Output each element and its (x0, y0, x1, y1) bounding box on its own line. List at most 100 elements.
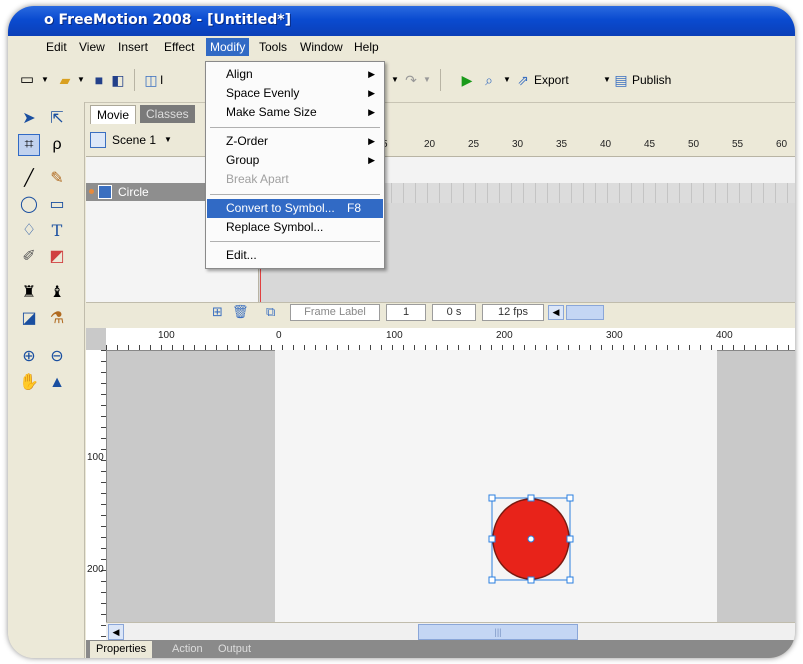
scene-icon (90, 132, 106, 148)
scroll-thumb[interactable]: ||| (418, 624, 578, 640)
center-handle[interactable] (527, 535, 535, 543)
pencil-icon[interactable]: ✎ (46, 168, 68, 190)
chevron-down-icon[interactable]: ▼ (36, 71, 54, 89)
menu-modify[interactable]: Modify (206, 38, 250, 56)
tab-classes[interactable]: Classes (140, 105, 195, 123)
fps-field[interactable]: 12 fps (482, 304, 544, 321)
menu-help[interactable]: Help (350, 39, 383, 55)
ink-bottle-icon[interactable]: ♝ (46, 282, 68, 304)
menu-view[interactable]: View (75, 39, 109, 55)
menu-item-z-order[interactable]: Z-Order ▶ (207, 132, 383, 151)
resize-handle[interactable] (566, 535, 574, 543)
chevron-down-icon[interactable]: ▼ (164, 135, 172, 144)
zoom-out-icon[interactable]: ⊖ (46, 346, 68, 368)
camera-tool-icon[interactable]: ▲ (46, 372, 68, 394)
lasso-icon[interactable]: ρ (46, 134, 68, 156)
toolbox: ➤ ⇱ ⌗ ρ ╱ ✎ ◯ ▭ ♢ T ✐ ◩ ♜ ♝ ◪ ⚗ ⊕ ⊖ ✋ ▲ (8, 102, 85, 658)
gradient-tool-icon[interactable]: ◪ (18, 308, 40, 330)
export-icon[interactable]: ⇗ (514, 71, 532, 89)
time-field: 0 s (432, 304, 476, 321)
menu-bar: Edit View Insert Effect Modify Tools Win… (8, 36, 795, 59)
frame-number: 35 (556, 139, 568, 150)
timeline-scroll-thumb[interactable] (566, 305, 604, 320)
submenu-arrow-icon: ▶ (368, 88, 375, 98)
menu-effect[interactable]: Effect (160, 39, 198, 55)
menu-item-edit[interactable]: Edit... (207, 246, 383, 265)
publish-button[interactable]: Publish (632, 71, 671, 89)
menu-item-space-evenly[interactable]: Space Evenly ▶ (207, 84, 383, 103)
menu-edit[interactable]: Edit (42, 39, 71, 55)
menu-item-replace-symbol[interactable]: Replace Symbol... (207, 218, 383, 237)
resize-handle[interactable] (566, 494, 574, 502)
app-window: o FreeMotion 2008 - [Untitled*] Edit Vie… (8, 6, 795, 658)
menu-item-convert-to-symbol[interactable]: Convert to Symbol... F8 (207, 199, 383, 218)
text-tool-icon[interactable]: T (46, 220, 68, 242)
subselect-arrow-icon[interactable]: ⇱ (46, 108, 68, 130)
brush-icon[interactable]: ✐ (18, 246, 40, 268)
play-icon[interactable]: ▶ (458, 71, 476, 89)
eraser-icon[interactable]: ◩ (46, 246, 68, 268)
menu-tools[interactable]: Tools (255, 39, 291, 55)
frame-number: 45 (644, 139, 656, 150)
menu-item-group[interactable]: Group ▶ (207, 151, 383, 170)
resize-handle[interactable] (488, 576, 496, 584)
paint-bucket-icon[interactable]: ♜ (18, 282, 40, 304)
pen-tool-icon[interactable]: ♢ (18, 220, 40, 242)
stage-horizontal-scrollbar[interactable]: ◀ ||| (106, 622, 795, 640)
ruler-label: 400 (716, 330, 733, 341)
menu-item-break-apart: Break Apart (207, 170, 383, 189)
save-icon[interactable]: ■ (90, 71, 108, 89)
import-icon[interactable]: ◫ (142, 71, 160, 89)
tab-output[interactable]: Output (218, 641, 251, 658)
line-tool-icon[interactable]: ╱ (18, 168, 40, 190)
frame-number: 60 (776, 139, 788, 150)
eyedropper-icon[interactable]: ⚗ (46, 308, 68, 330)
new-document-icon[interactable]: ▭ (18, 71, 36, 89)
chevron-down-icon[interactable]: ▼ (418, 71, 436, 89)
scene-selector[interactable]: Scene 1 (112, 133, 156, 147)
current-frame-field: 1 (386, 304, 426, 321)
menu-item-align[interactable]: Align ▶ (207, 65, 383, 84)
tab-movie[interactable]: Movie (90, 105, 137, 124)
stage-svg (488, 494, 574, 584)
menu-window[interactable]: Window (296, 39, 347, 55)
menu-item-make-same-size[interactable]: Make Same Size ▶ (207, 103, 383, 122)
resize-handle[interactable] (566, 576, 574, 584)
rectangle-tool-icon[interactable]: ▭ (46, 194, 68, 216)
ellipse-tool-icon[interactable]: ◯ (18, 194, 40, 216)
tab-properties[interactable]: Properties (90, 641, 153, 658)
add-layer-icon[interactable]: ⊞ (212, 304, 223, 320)
resize-handle[interactable] (488, 494, 496, 502)
ruler-label: 100 (87, 452, 104, 463)
import-label[interactable]: I (160, 71, 163, 89)
scroll-left-icon[interactable]: ◀ (108, 624, 124, 640)
zoom-in-icon[interactable]: ⊕ (18, 346, 40, 368)
onion-skin-icon[interactable]: ⧉ (266, 304, 275, 320)
trash-icon[interactable]: 🗑 (232, 304, 249, 320)
menu-item-label: Convert to Symbol... (226, 201, 335, 215)
menu-item-label: Break Apart (226, 172, 289, 186)
publish-icon[interactable]: ▤ (612, 71, 630, 89)
preview-icon[interactable]: ⌕ (480, 71, 498, 89)
tab-action[interactable]: Action (172, 641, 203, 658)
bottom-panel-tabs: Properties Action Output (86, 640, 795, 658)
menu-item-label: Replace Symbol... (226, 220, 324, 234)
submenu-arrow-icon: ▶ (368, 136, 375, 146)
modify-menu: Align ▶ Space Evenly ▶ Make Same Size ▶ … (205, 61, 385, 269)
frame-number: 25 (468, 139, 480, 150)
menu-item-label: Z-Order (226, 134, 268, 148)
scroll-left-icon[interactable]: ◀ (548, 305, 564, 320)
menu-insert[interactable]: Insert (114, 39, 152, 55)
hand-tool-icon[interactable]: ✋ (18, 372, 40, 394)
export-button[interactable]: Export (534, 71, 569, 89)
frame-label-field[interactable]: Frame Label (290, 304, 380, 321)
selection-arrow-icon[interactable]: ➤ (18, 108, 40, 130)
resize-handle[interactable] (488, 535, 496, 543)
stage-canvas[interactable] (275, 350, 717, 640)
ruler-label: 100 (386, 330, 403, 341)
resize-handle[interactable] (527, 494, 535, 502)
transform-tool-icon[interactable]: ⌗ (18, 134, 40, 156)
resize-handle[interactable] (527, 576, 535, 584)
chevron-down-icon[interactable]: ▼ (72, 71, 90, 89)
save-all-icon[interactable]: ◧ (109, 71, 127, 89)
